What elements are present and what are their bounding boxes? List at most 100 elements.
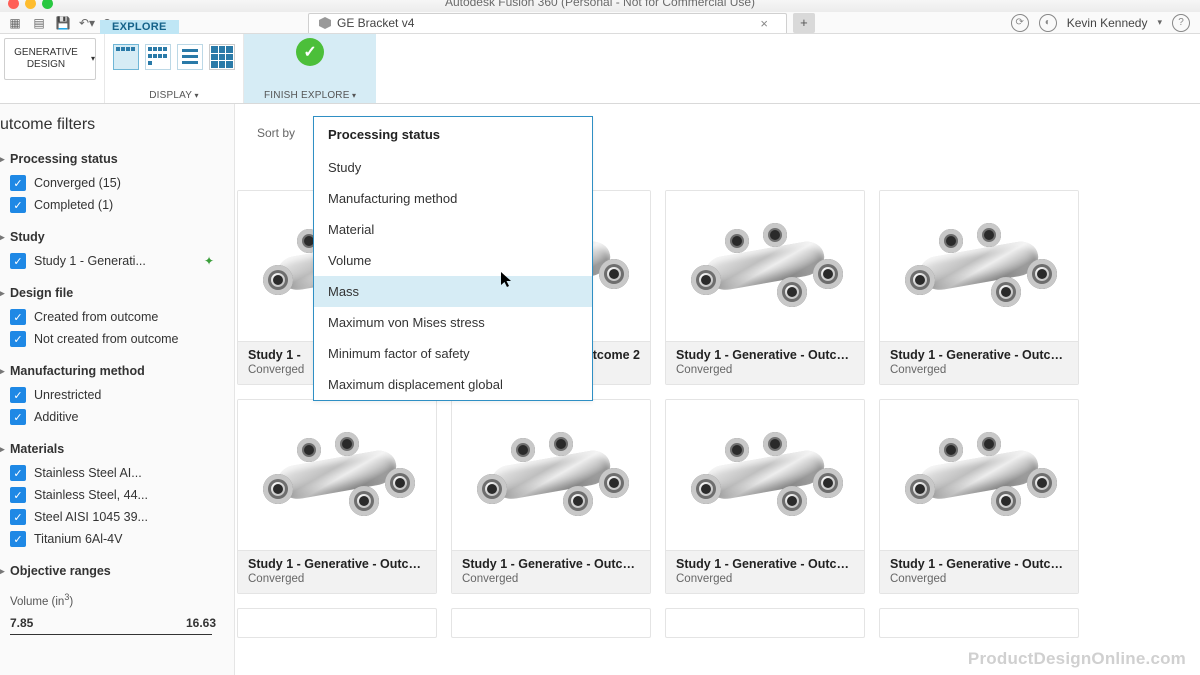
file-icon[interactable]: ▤ bbox=[32, 16, 46, 30]
outcome-thumb bbox=[880, 191, 1078, 341]
window-close-icon[interactable] bbox=[8, 0, 19, 9]
undo-icon[interactable]: ↶▾ bbox=[80, 16, 94, 30]
filter-group-manufacturing[interactable]: Manufacturing method bbox=[0, 360, 222, 384]
checkbox-icon[interactable]: ✓ bbox=[10, 175, 26, 191]
filter-unrestricted[interactable]: ✓Unrestricted bbox=[0, 384, 222, 406]
checkbox-icon[interactable]: ✓ bbox=[10, 509, 26, 525]
help-icon[interactable]: ? bbox=[1172, 14, 1190, 32]
window-traffic-lights bbox=[8, 0, 53, 9]
filter-group-study[interactable]: Study bbox=[0, 226, 222, 250]
checkbox-icon[interactable]: ✓ bbox=[10, 531, 26, 547]
document-tabs: GE Bracket v4 × + bbox=[308, 13, 815, 33]
range-slider[interactable] bbox=[10, 634, 212, 635]
outcome-card-partial[interactable] bbox=[665, 608, 865, 638]
filter-not-created-from-outcome[interactable]: ✓Not created from outcome bbox=[0, 328, 222, 350]
filter-material-2[interactable]: ✓Steel AISI 1045 39... bbox=[0, 506, 222, 528]
card-status: Converged bbox=[890, 573, 1068, 585]
outcome-filters-sidebar: utcome filters Processing status ✓Conver… bbox=[0, 104, 235, 675]
filter-additive[interactable]: ✓Additive bbox=[0, 406, 222, 428]
outcome-card[interactable]: Study 1 - Generative - Outcome 4Converge… bbox=[665, 190, 865, 385]
workspace-switcher[interactable]: GENERATIVE DESIGN ▾ bbox=[4, 38, 96, 80]
display-grid-small-button[interactable] bbox=[145, 44, 171, 70]
checkbox-icon[interactable]: ✓ bbox=[10, 487, 26, 503]
finish-explore-panel: ✓ FINISH EXPLORE bbox=[244, 34, 376, 103]
sort-option-von-mises[interactable]: Maximum von Mises stress bbox=[314, 307, 592, 338]
sort-option-displacement[interactable]: Maximum displacement global bbox=[314, 369, 592, 400]
sort-option-factor-safety[interactable]: Minimum factor of safety bbox=[314, 338, 592, 369]
cube-icon bbox=[319, 17, 331, 29]
app-title: Autodesk Fusion 360 (Personal - Not for … bbox=[445, 0, 755, 9]
sort-option-material[interactable]: Material bbox=[314, 214, 592, 245]
save-icon[interactable]: 💾 bbox=[56, 16, 70, 30]
outcome-card-partial[interactable] bbox=[451, 608, 651, 638]
card-title: Study 1 - Generative - Outcome 6 bbox=[248, 557, 426, 571]
filter-group-objective-ranges[interactable]: Objective ranges bbox=[0, 560, 222, 584]
volume-max: 16.63 bbox=[186, 616, 216, 630]
display-table-button[interactable] bbox=[209, 44, 235, 70]
sort-by-dropdown[interactable]: Processing status Study Manufacturing me… bbox=[313, 116, 593, 401]
document-tab[interactable]: GE Bracket v4 × bbox=[308, 13, 787, 33]
ribbon: EXPLORE GENERATIVE DESIGN ▾ DISPLAY ✓ FI… bbox=[0, 34, 1200, 104]
display-grid-large-button[interactable] bbox=[113, 44, 139, 70]
volume-range[interactable]: 7.85 16.63 bbox=[0, 610, 222, 630]
card-status: Converged bbox=[462, 573, 640, 585]
study-status-icon: ✦ bbox=[204, 254, 214, 268]
user-name[interactable]: Kevin Kennedy bbox=[1067, 16, 1148, 30]
checkbox-icon[interactable]: ✓ bbox=[10, 253, 26, 269]
sort-option-manufacturing[interactable]: Manufacturing method bbox=[314, 183, 592, 214]
card-status: Converged bbox=[676, 573, 854, 585]
outcome-card-partial[interactable] bbox=[879, 608, 1079, 638]
window-minimize-icon[interactable] bbox=[25, 0, 36, 9]
checkbox-icon[interactable]: ✓ bbox=[10, 387, 26, 403]
sort-option-study[interactable]: Study bbox=[314, 152, 592, 183]
close-tab-icon[interactable]: × bbox=[760, 16, 768, 31]
filter-converged[interactable]: ✓Converged (15) bbox=[0, 172, 222, 194]
card-status: Converged bbox=[890, 364, 1068, 376]
outcome-card-partial[interactable] bbox=[237, 608, 437, 638]
user-area: ⟳ ◐ Kevin Kennedy ▾ ? bbox=[1011, 14, 1190, 32]
window-zoom-icon[interactable] bbox=[42, 0, 53, 9]
card-title: Study 1 - Generative - Outcome 4 bbox=[676, 348, 854, 362]
filter-group-design-file[interactable]: Design file bbox=[0, 282, 222, 306]
finish-explore-button[interactable]: ✓ bbox=[296, 38, 324, 66]
display-panel-label[interactable]: DISPLAY bbox=[149, 90, 199, 101]
display-panel: DISPLAY bbox=[105, 34, 244, 103]
quick-access-row: ▦ ▤ 💾 ↶▾ ↷▾ GE Bracket v4 × + ⟳ ◐ Kevin … bbox=[0, 12, 1200, 34]
checkbox-icon[interactable]: ✓ bbox=[10, 331, 26, 347]
checkbox-icon[interactable]: ✓ bbox=[10, 197, 26, 213]
filter-completed[interactable]: ✓Completed (1) bbox=[0, 194, 222, 216]
outcome-card[interactable]: Study 1 - Generative - Outcome 7 Converge… bbox=[451, 399, 651, 594]
filter-group-materials[interactable]: Materials bbox=[0, 438, 222, 462]
sort-selected[interactable]: Processing status bbox=[314, 117, 592, 152]
workspace-label: GENERATIVE DESIGN bbox=[5, 47, 87, 71]
filter-material-0[interactable]: ✓Stainless Steel AI... bbox=[0, 462, 222, 484]
filter-material-3[interactable]: ✓Titanium 6Al-4V bbox=[0, 528, 222, 550]
sort-option-mass[interactable]: Mass bbox=[314, 276, 592, 307]
outcome-card[interactable]: Study 1 - Generative - Outcome 6 Converge… bbox=[237, 399, 437, 594]
card-status: Converged bbox=[248, 573, 426, 585]
job-status-icon[interactable]: ◐ bbox=[1039, 14, 1057, 32]
user-menu-caret-icon[interactable]: ▾ bbox=[1157, 17, 1162, 28]
checkbox-icon[interactable]: ✓ bbox=[10, 409, 26, 425]
sidebar-title: utcome filters bbox=[0, 116, 222, 134]
filter-group-processing-status[interactable]: Processing status bbox=[0, 148, 222, 172]
document-tab-label: GE Bracket v4 bbox=[337, 16, 414, 30]
new-tab-button[interactable]: + bbox=[793, 13, 815, 33]
context-tab-explore[interactable]: EXPLORE bbox=[100, 20, 179, 34]
filter-material-1[interactable]: ✓Stainless Steel, 44... bbox=[0, 484, 222, 506]
app-grid-icon[interactable]: ▦ bbox=[8, 16, 22, 30]
finish-explore-label[interactable]: FINISH EXPLORE bbox=[264, 90, 356, 101]
outcome-card[interactable]: Study 1 - Generative - Outcome 8 Converge… bbox=[665, 399, 865, 594]
checkbox-icon[interactable]: ✓ bbox=[10, 309, 26, 325]
card-title: Study 1 - Generative - Outcome 8 bbox=[676, 557, 854, 571]
outcome-card[interactable]: Study 1 - Generative - Outcome 5Converge… bbox=[879, 190, 1079, 385]
card-title: Study 1 - Generative - Outcome 7 bbox=[462, 557, 640, 571]
extensions-icon[interactable]: ⟳ bbox=[1011, 14, 1029, 32]
checkbox-icon[interactable]: ✓ bbox=[10, 465, 26, 481]
sort-option-volume[interactable]: Volume bbox=[314, 245, 592, 276]
outcome-card[interactable]: Study 1 - Generative - Outcome 9Converge… bbox=[879, 399, 1079, 594]
filter-created-from-outcome[interactable]: ✓Created from outcome bbox=[0, 306, 222, 328]
outcome-thumb bbox=[238, 400, 436, 550]
filter-study-1[interactable]: ✓Study 1 - Generati...✦ bbox=[0, 250, 222, 272]
display-list-button[interactable] bbox=[177, 44, 203, 70]
